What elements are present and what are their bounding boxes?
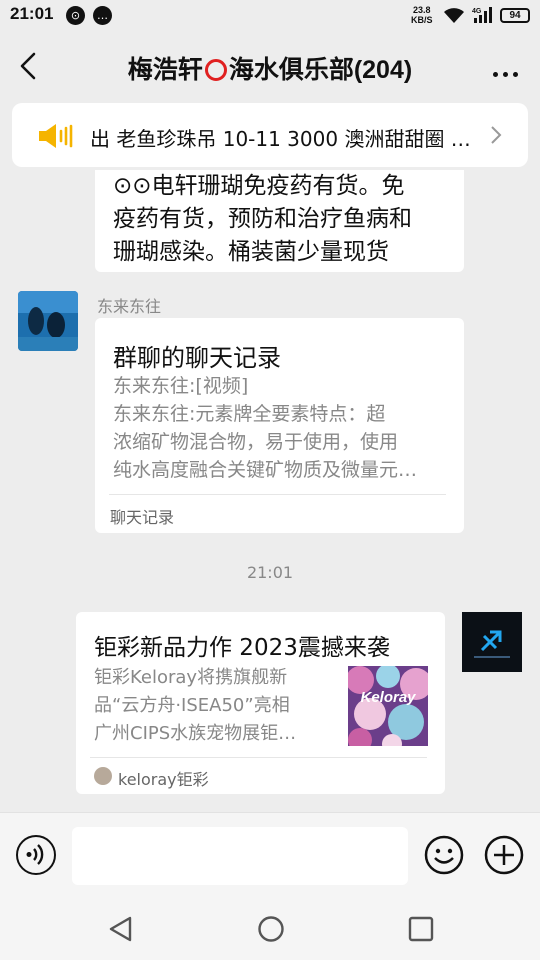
- plus-icon[interactable]: [484, 835, 524, 875]
- emoji-icon[interactable]: [424, 835, 464, 875]
- red-circle-emoji: [204, 59, 227, 81]
- nav-recents-icon[interactable]: [408, 916, 434, 942]
- voice-input-icon[interactable]: [16, 835, 56, 875]
- chevron-right-icon: [491, 126, 502, 144]
- source-logo-icon: [94, 767, 112, 785]
- card-divider: [109, 494, 446, 495]
- message-input[interactable]: [72, 827, 408, 885]
- message-icon: …: [93, 6, 112, 25]
- status-time: 21:01: [10, 4, 54, 23]
- more-options-icon[interactable]: [488, 62, 518, 81]
- link-card[interactable]: 钜彩新品力作 2023震撼来袭 钜彩Keloray将携旗舰新 品“云方舟·ISE…: [76, 612, 445, 794]
- notification-icon: ⊙: [66, 6, 85, 25]
- message-list[interactable]: ⊙⊙电轩珊瑚免疫药有货。免 疫药有货，预防和治疗鱼病和 珊瑚感染。桶装菌少量现货…: [0, 170, 540, 812]
- svg-text:Keloray: Keloray: [360, 689, 416, 706]
- sender-avatar[interactable]: [18, 291, 78, 351]
- record-title: 群聊的聊天记录: [113, 344, 281, 372]
- input-bar: [0, 812, 540, 900]
- message-timestamp: 21:01: [246, 563, 294, 582]
- record-footer: 聊天记录: [110, 508, 175, 527]
- text-message-bubble[interactable]: ⊙⊙电轩珊瑚免疫药有货。免 疫药有货，预防和治疗鱼病和 珊瑚感染。桶装菌少量现货: [95, 170, 464, 272]
- sender-name: 东来东往: [97, 297, 162, 316]
- battery-icon: 94: [500, 8, 530, 23]
- my-avatar[interactable]: [462, 612, 522, 672]
- wifi-icon: [444, 8, 464, 23]
- speaker-icon: [39, 124, 73, 148]
- nav-back-icon[interactable]: [107, 915, 135, 943]
- chat-record-card[interactable]: 群聊的聊天记录 东来东往:[视频] 东来东往:元素牌全要素特点：超 浓缩矿物混合…: [95, 318, 464, 533]
- link-source: keloray钜彩: [118, 770, 209, 789]
- link-thumbnail: Keloray: [348, 666, 428, 746]
- link-description: 钜彩Keloray将携旗舰新 品“云方舟·ISEA50”亮相 广州CIPS水族宠…: [94, 667, 297, 744]
- group-announcement[interactable]: 出 老鱼珍珠吊 10-11 3000 澳洲甜甜圈 …: [12, 103, 528, 167]
- system-nav-bar: [0, 900, 540, 960]
- chat-header: 梅浩轩 海水俱乐部(204): [0, 32, 540, 100]
- nav-home-icon[interactable]: [257, 915, 285, 943]
- chat-title: 梅浩轩 海水俱乐部(204): [127, 56, 413, 84]
- card-divider: [90, 757, 427, 758]
- record-preview: 东来东往:[视频] 东来东往:元素牌全要素特点：超 浓缩矿物混合物，易于使用，使…: [113, 375, 418, 481]
- svg-text:4G: 4G: [472, 8, 482, 15]
- status-bar: 21:01 ⊙ … 23.8 KB/S 4G 94: [0, 0, 540, 32]
- link-title: 钜彩新品力作 2023震撼来袭: [94, 635, 390, 661]
- announcement-text: 出 老鱼珍珠吊 10-11 3000 澳洲甜甜圈 …: [90, 127, 471, 151]
- signal-icon: 4G: [472, 7, 492, 23]
- network-speed: 23.8 KB/S: [411, 5, 433, 25]
